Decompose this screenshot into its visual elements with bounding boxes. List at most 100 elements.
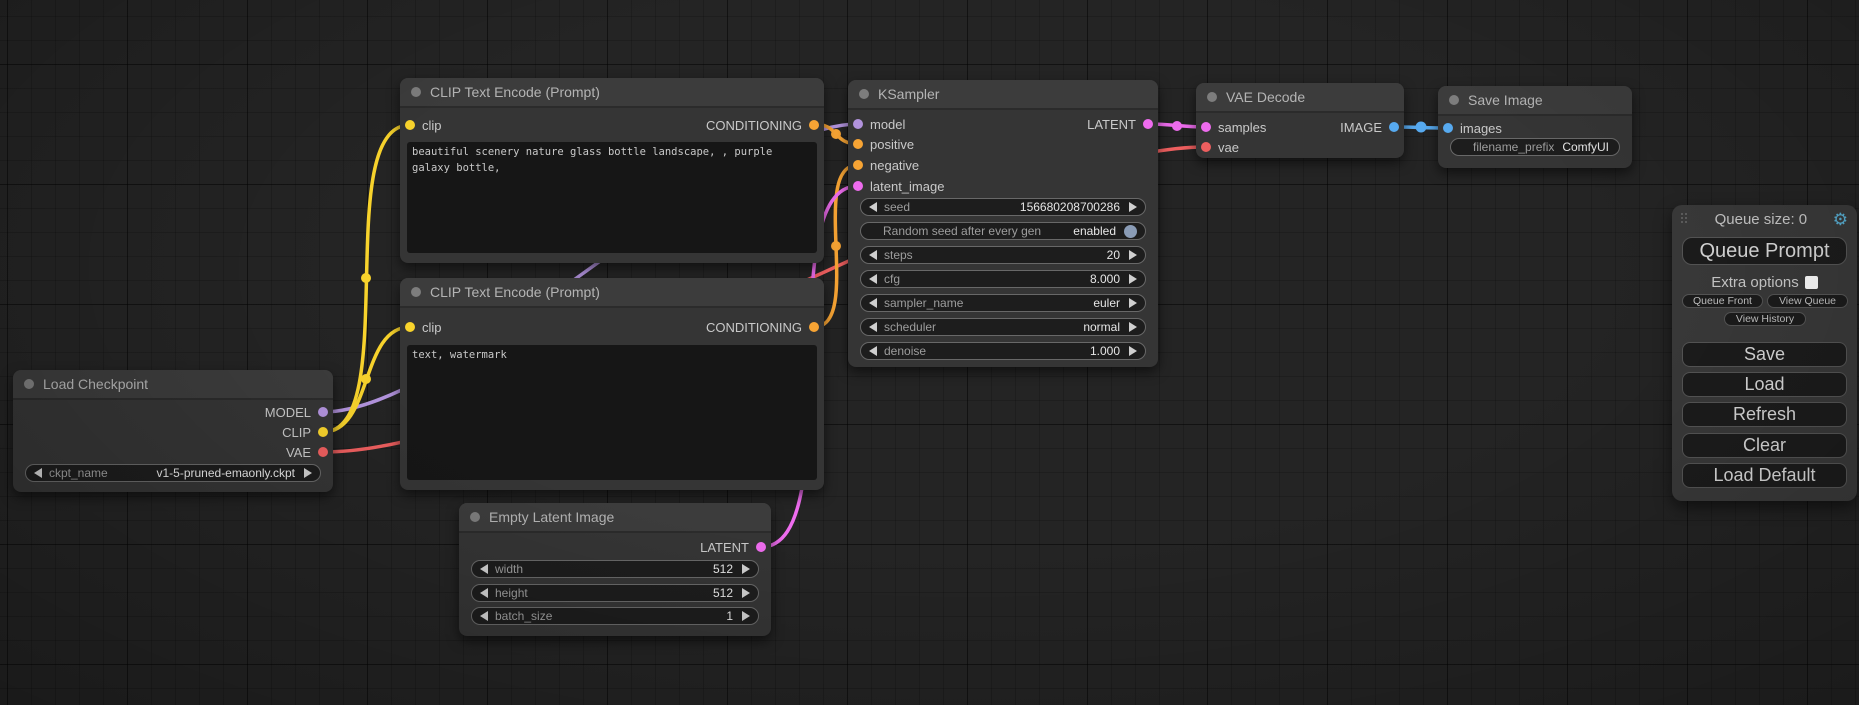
slot-dot-vae[interactable]	[318, 447, 328, 457]
collapse-dot-icon[interactable]	[24, 379, 34, 389]
widget-scheduler[interactable]: scheduler normal	[860, 318, 1146, 336]
node-header[interactable]: Save Image	[1438, 86, 1632, 116]
increment-arrow-icon[interactable]	[1129, 274, 1137, 284]
widget-random-seed-toggle[interactable]: Random seed after every gen enabled	[860, 222, 1146, 240]
slot-dot-latent[interactable]	[1201, 122, 1211, 132]
widget-height[interactable]: height 512	[471, 584, 759, 602]
widget-cfg[interactable]: cfg 8.000	[860, 270, 1146, 288]
widget-ckpt-name[interactable]: ckpt_name v1-5-pruned-emaonly.ckpt	[25, 464, 321, 482]
input-slot-clip[interactable]: clip	[405, 115, 442, 135]
increment-arrow-icon[interactable]	[1129, 346, 1137, 356]
widget-width[interactable]: width 512	[471, 560, 759, 578]
widget-denoise[interactable]: denoise 1.000	[860, 342, 1146, 360]
node-header[interactable]: CLIP Text Encode (Prompt)	[400, 78, 824, 108]
input-slot-latent-image[interactable]: latent_image	[853, 176, 944, 196]
input-slot-negative[interactable]: negative	[853, 155, 919, 175]
queue-panel[interactable]: Queue size: 0 ⚙︎ Queue Prompt Extra opti…	[1672, 205, 1857, 501]
slot-dot-conditioning[interactable]	[853, 139, 863, 149]
widget-seed[interactable]: seed 156680208700286	[860, 198, 1146, 216]
increment-arrow-icon[interactable]	[1129, 202, 1137, 212]
decrement-arrow-icon[interactable]	[480, 588, 488, 598]
slot-dot-latent[interactable]	[1143, 119, 1153, 129]
input-slot-vae[interactable]: vae	[1201, 137, 1239, 157]
collapse-dot-icon[interactable]	[411, 287, 421, 297]
slot-dot-clip[interactable]	[405, 322, 415, 332]
slot-dot-image[interactable]	[1389, 122, 1399, 132]
node-ksampler[interactable]: KSampler model positive negative latent_…	[848, 80, 1158, 367]
input-slot-samples[interactable]: samples	[1201, 117, 1266, 137]
collapse-dot-icon[interactable]	[411, 87, 421, 97]
decrement-arrow-icon[interactable]	[480, 611, 488, 621]
slot-dot-latent[interactable]	[853, 181, 863, 191]
collapse-dot-icon[interactable]	[470, 512, 480, 522]
link-midpoint-dot[interactable]	[831, 129, 841, 139]
node-header[interactable]: KSampler	[848, 80, 1158, 110]
collapse-dot-icon[interactable]	[1207, 92, 1217, 102]
increment-arrow-icon[interactable]	[1129, 322, 1137, 332]
link-midpoint-dot[interactable]	[831, 241, 841, 251]
decrement-arrow-icon[interactable]	[869, 346, 877, 356]
output-slot-vae[interactable]: VAE	[286, 442, 328, 462]
input-slot-clip[interactable]: clip	[405, 317, 442, 337]
node-clip-text-encode-negative[interactable]: CLIP Text Encode (Prompt) clip CONDITION…	[400, 278, 824, 490]
prompt-textarea[interactable]: beautiful scenery nature glass bottle la…	[407, 142, 817, 253]
canvas[interactable]: Load Checkpoint MODEL CLIP VAE ckpt_name…	[0, 0, 1859, 705]
input-slot-positive[interactable]: positive	[853, 134, 914, 154]
slot-dot-model[interactable]	[853, 119, 863, 129]
node-save-image[interactable]: Save Image images filename_prefix ComfyU…	[1438, 86, 1632, 168]
link-midpoint-dot[interactable]	[361, 374, 371, 384]
widget-sampler-name[interactable]: sampler_name euler	[860, 294, 1146, 312]
increment-arrow-icon[interactable]	[742, 564, 750, 574]
node-vae-decode[interactable]: VAE Decode samples vae IMAGE	[1196, 83, 1404, 158]
increment-arrow-icon[interactable]	[742, 611, 750, 621]
slot-dot-image[interactable]	[1443, 123, 1453, 133]
node-header[interactable]: CLIP Text Encode (Prompt)	[400, 278, 824, 308]
load-button[interactable]: Load	[1682, 372, 1847, 397]
node-header[interactable]: Load Checkpoint	[13, 370, 333, 400]
load-default-button[interactable]: Load Default	[1682, 463, 1847, 488]
increment-arrow-icon[interactable]	[742, 588, 750, 598]
output-slot-conditioning[interactable]: CONDITIONING	[706, 317, 819, 337]
node-header[interactable]: VAE Decode	[1196, 83, 1404, 113]
output-slot-latent[interactable]: LATENT	[1087, 114, 1153, 134]
decrement-arrow-icon[interactable]	[869, 250, 877, 260]
collapse-dot-icon[interactable]	[1449, 95, 1459, 105]
output-slot-clip[interactable]: CLIP	[282, 422, 328, 442]
increment-arrow-icon[interactable]	[1129, 250, 1137, 260]
widget-batch-size[interactable]: batch_size 1	[471, 607, 759, 625]
increment-arrow-icon[interactable]	[1129, 298, 1137, 308]
input-slot-model[interactable]: model	[853, 114, 905, 134]
decrement-arrow-icon[interactable]	[869, 274, 877, 284]
queue-front-button[interactable]: Queue Front	[1682, 294, 1763, 308]
decrement-arrow-icon[interactable]	[480, 564, 488, 574]
view-queue-button[interactable]: View Queue	[1767, 294, 1848, 308]
refresh-button[interactable]: Refresh	[1682, 402, 1847, 427]
link-midpoint-dot[interactable]	[1416, 122, 1427, 133]
slot-dot-vae[interactable]	[1201, 142, 1211, 152]
node-load-checkpoint[interactable]: Load Checkpoint MODEL CLIP VAE ckpt_name…	[13, 370, 333, 492]
slot-dot-latent[interactable]	[756, 542, 766, 552]
collapse-dot-icon[interactable]	[859, 89, 869, 99]
slot-dot-conditioning[interactable]	[853, 160, 863, 170]
slot-dot-model[interactable]	[318, 407, 328, 417]
slot-dot-conditioning[interactable]	[809, 322, 819, 332]
queue-prompt-button[interactable]: Queue Prompt	[1682, 237, 1847, 265]
node-header[interactable]: Empty Latent Image	[459, 503, 771, 533]
link-midpoint-dot[interactable]	[361, 273, 371, 283]
decrement-arrow-icon[interactable]	[34, 468, 42, 478]
extra-options-checkbox[interactable]	[1805, 276, 1818, 289]
toggle-dot-icon[interactable]	[1124, 225, 1137, 238]
clear-button[interactable]: Clear	[1682, 433, 1847, 458]
slot-dot-conditioning[interactable]	[809, 120, 819, 130]
output-slot-image[interactable]: IMAGE	[1340, 117, 1399, 137]
input-slot-images[interactable]: images	[1443, 118, 1502, 138]
output-slot-conditioning[interactable]: CONDITIONING	[706, 115, 819, 135]
view-history-button[interactable]: View History	[1724, 312, 1806, 326]
increment-arrow-icon[interactable]	[304, 468, 312, 478]
decrement-arrow-icon[interactable]	[869, 322, 877, 332]
node-clip-text-encode-positive[interactable]: CLIP Text Encode (Prompt) clip CONDITION…	[400, 78, 824, 263]
node-empty-latent-image[interactable]: Empty Latent Image LATENT width 512 heig…	[459, 503, 771, 636]
decrement-arrow-icon[interactable]	[869, 202, 877, 212]
link-midpoint-dot[interactable]	[1172, 121, 1182, 131]
prompt-textarea[interactable]: text, watermark	[407, 345, 817, 480]
